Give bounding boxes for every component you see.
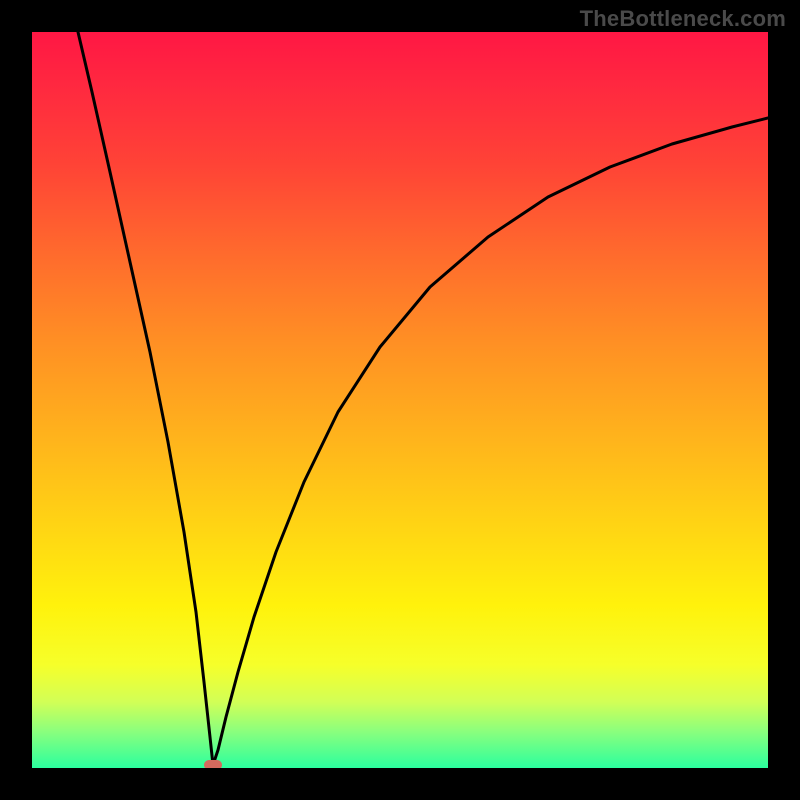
bottleneck-curve	[78, 32, 768, 765]
chart-frame: TheBottleneck.com	[0, 0, 800, 800]
watermark-text: TheBottleneck.com	[580, 6, 786, 32]
minimum-marker	[204, 760, 222, 768]
curve-svg	[32, 32, 768, 768]
plot-area	[32, 32, 768, 768]
